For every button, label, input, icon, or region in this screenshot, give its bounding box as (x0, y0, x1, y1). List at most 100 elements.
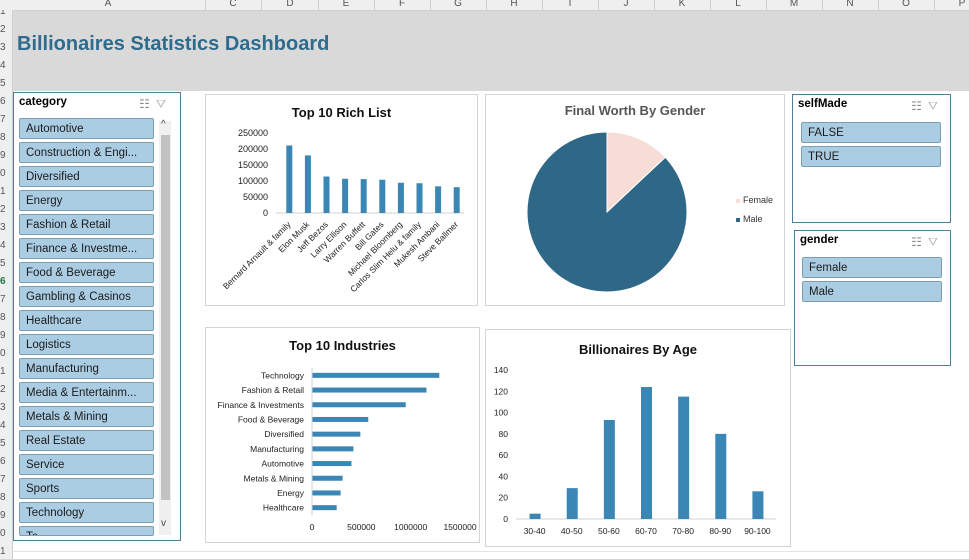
row-header[interactable]: 9 (0, 510, 6, 521)
category-slicer[interactable]: category ☷⛛ Automotive Construction & Eng… (13, 92, 181, 541)
column-divider (430, 0, 431, 10)
slicer-item-true[interactable]: TRUE (801, 146, 941, 167)
rich-list-chart[interactable]: Top 10 Rich List 0 50000 100000 150000 20000… (205, 94, 478, 306)
row-header[interactable]: 7 (0, 114, 6, 125)
industries-chart[interactable]: Top 10 Industries Technology Fashion & Re… (205, 327, 480, 543)
column-header[interactable]: G (454, 0, 462, 9)
column-divider (710, 0, 711, 10)
column-header[interactable]: F (399, 0, 405, 9)
row-header[interactable]: 1 (0, 366, 6, 377)
slicer-item-category[interactable]: Sports (19, 478, 154, 499)
x-tick-label: 80-90 (709, 526, 731, 536)
slicer-item-category[interactable]: Automotive (19, 118, 154, 139)
slicer-item-category[interactable]: Manufacturing (19, 358, 154, 379)
gender-slicer[interactable]: gender ☷⛛ Female Male (794, 230, 951, 366)
column-header[interactable]: P (959, 0, 966, 9)
slicer-item-category[interactable]: Technology (19, 502, 154, 523)
scrollbar-thumb[interactable] (161, 135, 170, 500)
clear-filter-icon[interactable]: ⛛ (928, 235, 944, 249)
row-header[interactable]: 4 (0, 60, 6, 71)
row-header[interactable]: 8 (0, 312, 6, 323)
column-header[interactable]: N (846, 0, 853, 9)
row-header[interactable]: 5 (0, 258, 6, 269)
row-header[interactable]: 0 (0, 168, 6, 179)
row-header[interactable]: 1 (0, 546, 6, 557)
category-scrollbar[interactable]: ^ v (159, 119, 171, 535)
x-tick-label: 30-40 (524, 526, 546, 536)
clear-filter-icon[interactable]: ⛛ (156, 97, 172, 111)
selfmade-slicer[interactable]: selfMade ☷⛛ FALSE TRUE (792, 94, 951, 223)
column-header[interactable]: A (105, 0, 112, 9)
clear-filter-icon[interactable]: ⛛ (928, 99, 944, 113)
row-header[interactable]: 2 (0, 24, 6, 35)
column-header[interactable]: L (735, 0, 741, 9)
row-header[interactable]: 2 (0, 384, 6, 395)
y-tick-label: Technology (261, 370, 305, 380)
chevron-up-icon[interactable]: ^ (161, 119, 166, 130)
legend-swatch (736, 218, 740, 222)
row-header[interactable]: 1 (0, 10, 6, 17)
y-tick-label: 80 (499, 429, 509, 439)
slicer-item-category[interactable]: Diversified (19, 166, 154, 187)
row-header[interactable]: 5 (0, 438, 6, 449)
age-plot: 0 20 40 60 80 100 120 140 30-40 40-50 50-60 60-70 70… (494, 365, 776, 536)
column-header[interactable]: D (286, 0, 293, 9)
column-header[interactable]: H (510, 0, 517, 9)
slicer-item-category[interactable]: Fashion & Retail (19, 214, 154, 235)
row-header[interactable]: 7 (0, 294, 6, 305)
row-header[interactable]: 9 (0, 330, 6, 341)
column-header[interactable]: I (569, 0, 572, 9)
slicer-item-category[interactable]: Media & Entertainm... (19, 382, 154, 403)
column-header[interactable]: O (902, 0, 910, 9)
row-header[interactable]: 0 (0, 348, 6, 359)
slicer-item-category[interactable]: Finance & Investme... (19, 238, 154, 259)
row-header[interactable]: 9 (0, 150, 6, 161)
slicer-item-male[interactable]: Male (802, 281, 942, 302)
multi-select-icon[interactable]: ☷ (139, 97, 156, 111)
row-header[interactable]: 6 (0, 96, 6, 107)
row-header[interactable]: 4 (0, 420, 6, 431)
slicer-item-false[interactable]: FALSE (801, 122, 941, 143)
row-header[interactable]: 0 (0, 528, 6, 539)
row-header[interactable]: 6 (0, 276, 6, 287)
multi-select-icon[interactable]: ☷ (911, 235, 928, 249)
column-header[interactable]: C (229, 0, 236, 9)
row-header[interactable]: 8 (0, 132, 6, 143)
slicer-item-category[interactable]: Gambling & Casinos (19, 286, 154, 307)
column-header-bar: ACDEFGHIJKLMNOP (0, 0, 969, 11)
slicer-item-category[interactable]: Construction & Engi... (19, 142, 154, 163)
row-header[interactable]: 3 (0, 222, 6, 233)
y-tick-label: 140 (494, 365, 508, 375)
column-header[interactable]: M (790, 0, 798, 9)
y-tick-label: 40 (499, 471, 509, 481)
row-header[interactable]: 2 (0, 204, 6, 215)
slicer-item-category[interactable]: Service (19, 454, 154, 475)
row-header[interactable]: 8 (0, 492, 6, 503)
slicer-item-category[interactable]: Food & Beverage (19, 262, 154, 283)
row-header[interactable]: 5 (0, 78, 6, 89)
slicer-item-category[interactable]: Energy (19, 190, 154, 211)
slicer-item-category[interactable]: Real Estate (19, 430, 154, 451)
column-header[interactable]: J (624, 0, 629, 9)
row-header[interactable]: 7 (0, 474, 6, 485)
chevron-down-icon[interactable]: v (161, 518, 166, 529)
column-header[interactable]: K (679, 0, 686, 9)
bar (312, 402, 406, 408)
slicer-item-category[interactable]: Metals & Mining (19, 406, 154, 427)
gender-pie-chart[interactable]: Final Worth By Gender Female Male (485, 94, 785, 306)
slicer-item-category[interactable]: Te... (19, 526, 154, 536)
slicer-item-female[interactable]: Female (802, 257, 942, 278)
row-header[interactable]: 3 (0, 402, 6, 413)
row-header[interactable]: 3 (0, 42, 6, 53)
bar (323, 176, 330, 213)
gender-slicer-title: gender (800, 234, 839, 246)
slicer-item-category[interactable]: Healthcare (19, 310, 154, 331)
slicer-item-category[interactable]: Logistics (19, 334, 154, 355)
age-chart[interactable]: Billionaires By Age 0 20 40 60 80 100 120 140 30… (485, 329, 791, 547)
row-header[interactable]: 4 (0, 240, 6, 251)
row-header[interactable]: 1 (0, 186, 6, 197)
column-header[interactable]: E (343, 0, 350, 9)
row-header[interactable]: 6 (0, 456, 6, 467)
multi-select-icon[interactable]: ☷ (911, 99, 928, 113)
y-tick-label: 250000 (238, 128, 268, 138)
